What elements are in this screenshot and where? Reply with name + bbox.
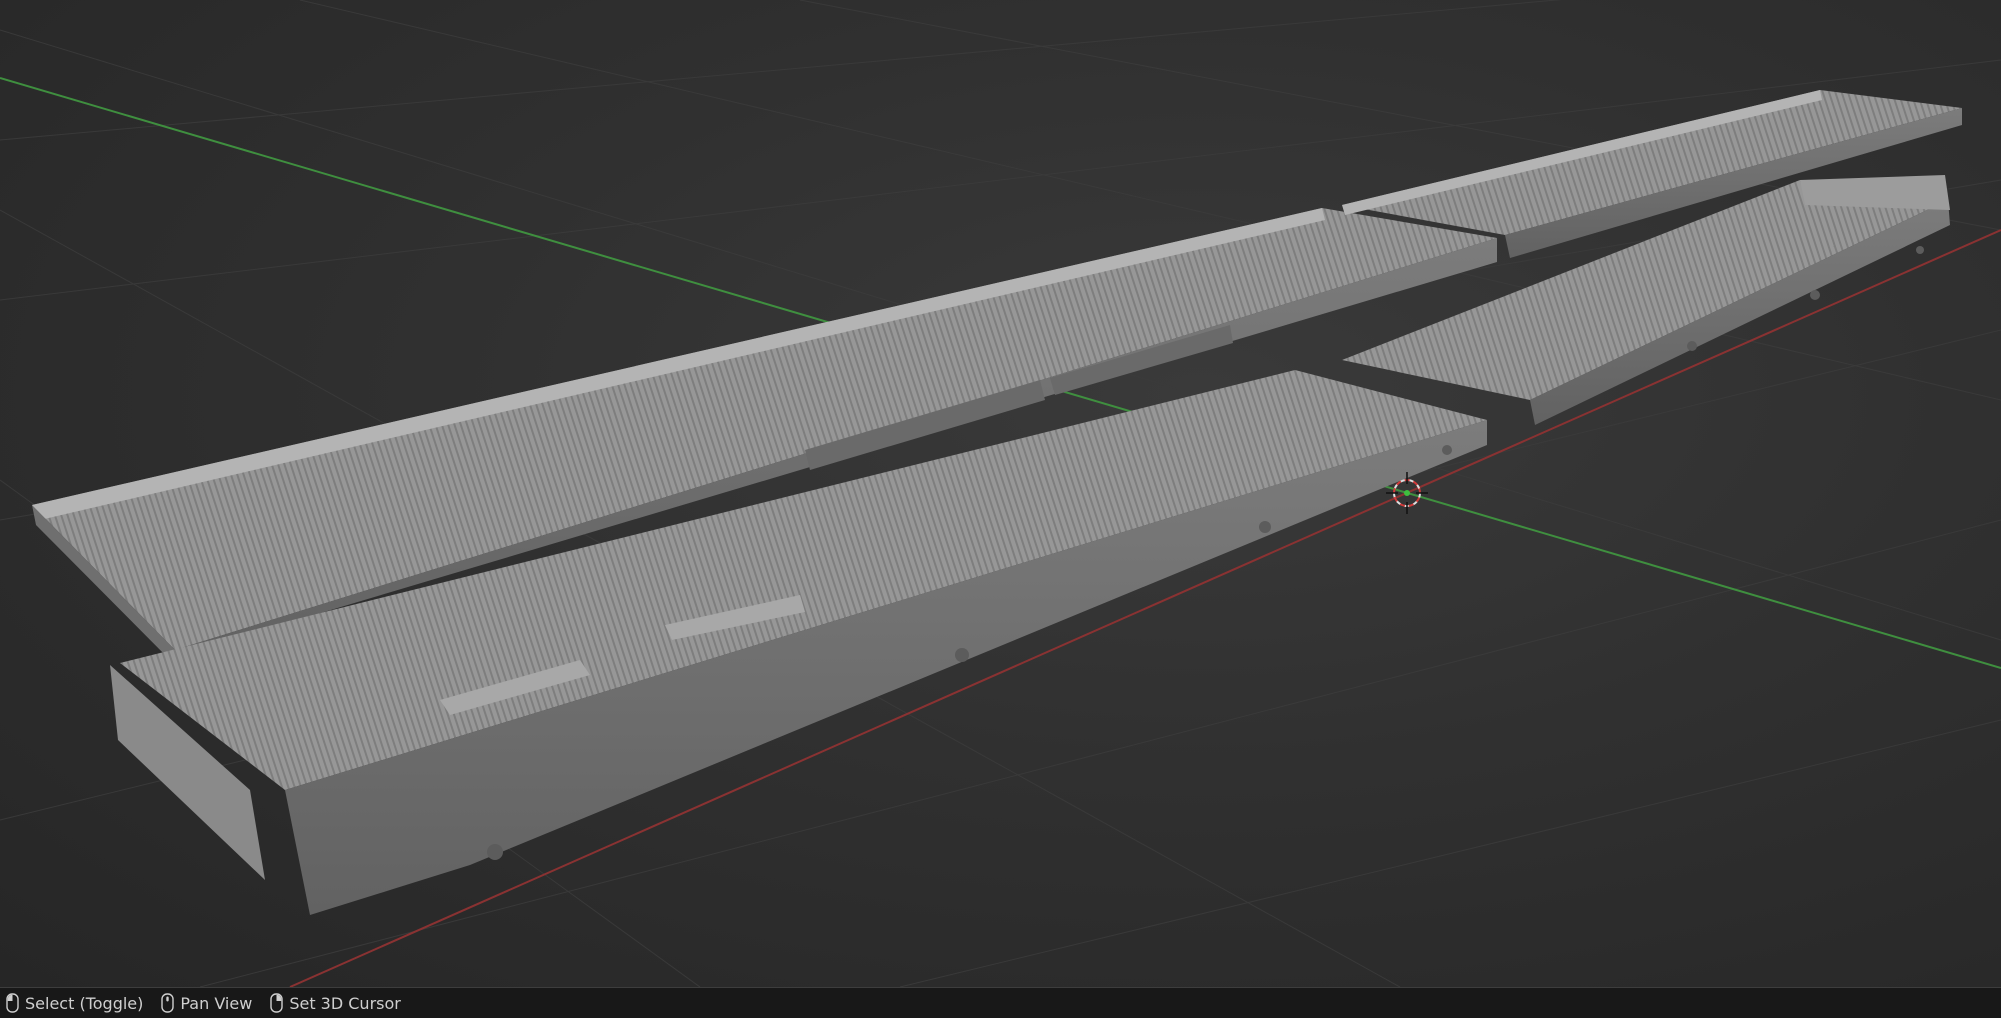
mouse-left-icon — [6, 993, 19, 1013]
mouse-right-icon — [270, 993, 284, 1013]
hint-label: Pan View — [180, 993, 253, 1013]
3d-viewport[interactable] — [0, 0, 2001, 987]
mouse-middle-icon — [161, 993, 175, 1013]
hint-set-3d-cursor: Set 3D Cursor — [270, 993, 401, 1013]
hint-pan-view: Pan View — [161, 993, 252, 1013]
hint-select-toggle: Select (Toggle) — [6, 993, 143, 1013]
status-bar: Select (Toggle) Pan View Set 3D Cursor — [0, 987, 2001, 1018]
viewport-scene — [0, 0, 2001, 987]
hint-label: Set 3D Cursor — [289, 993, 401, 1013]
hint-label: Select (Toggle) — [25, 993, 144, 1013]
